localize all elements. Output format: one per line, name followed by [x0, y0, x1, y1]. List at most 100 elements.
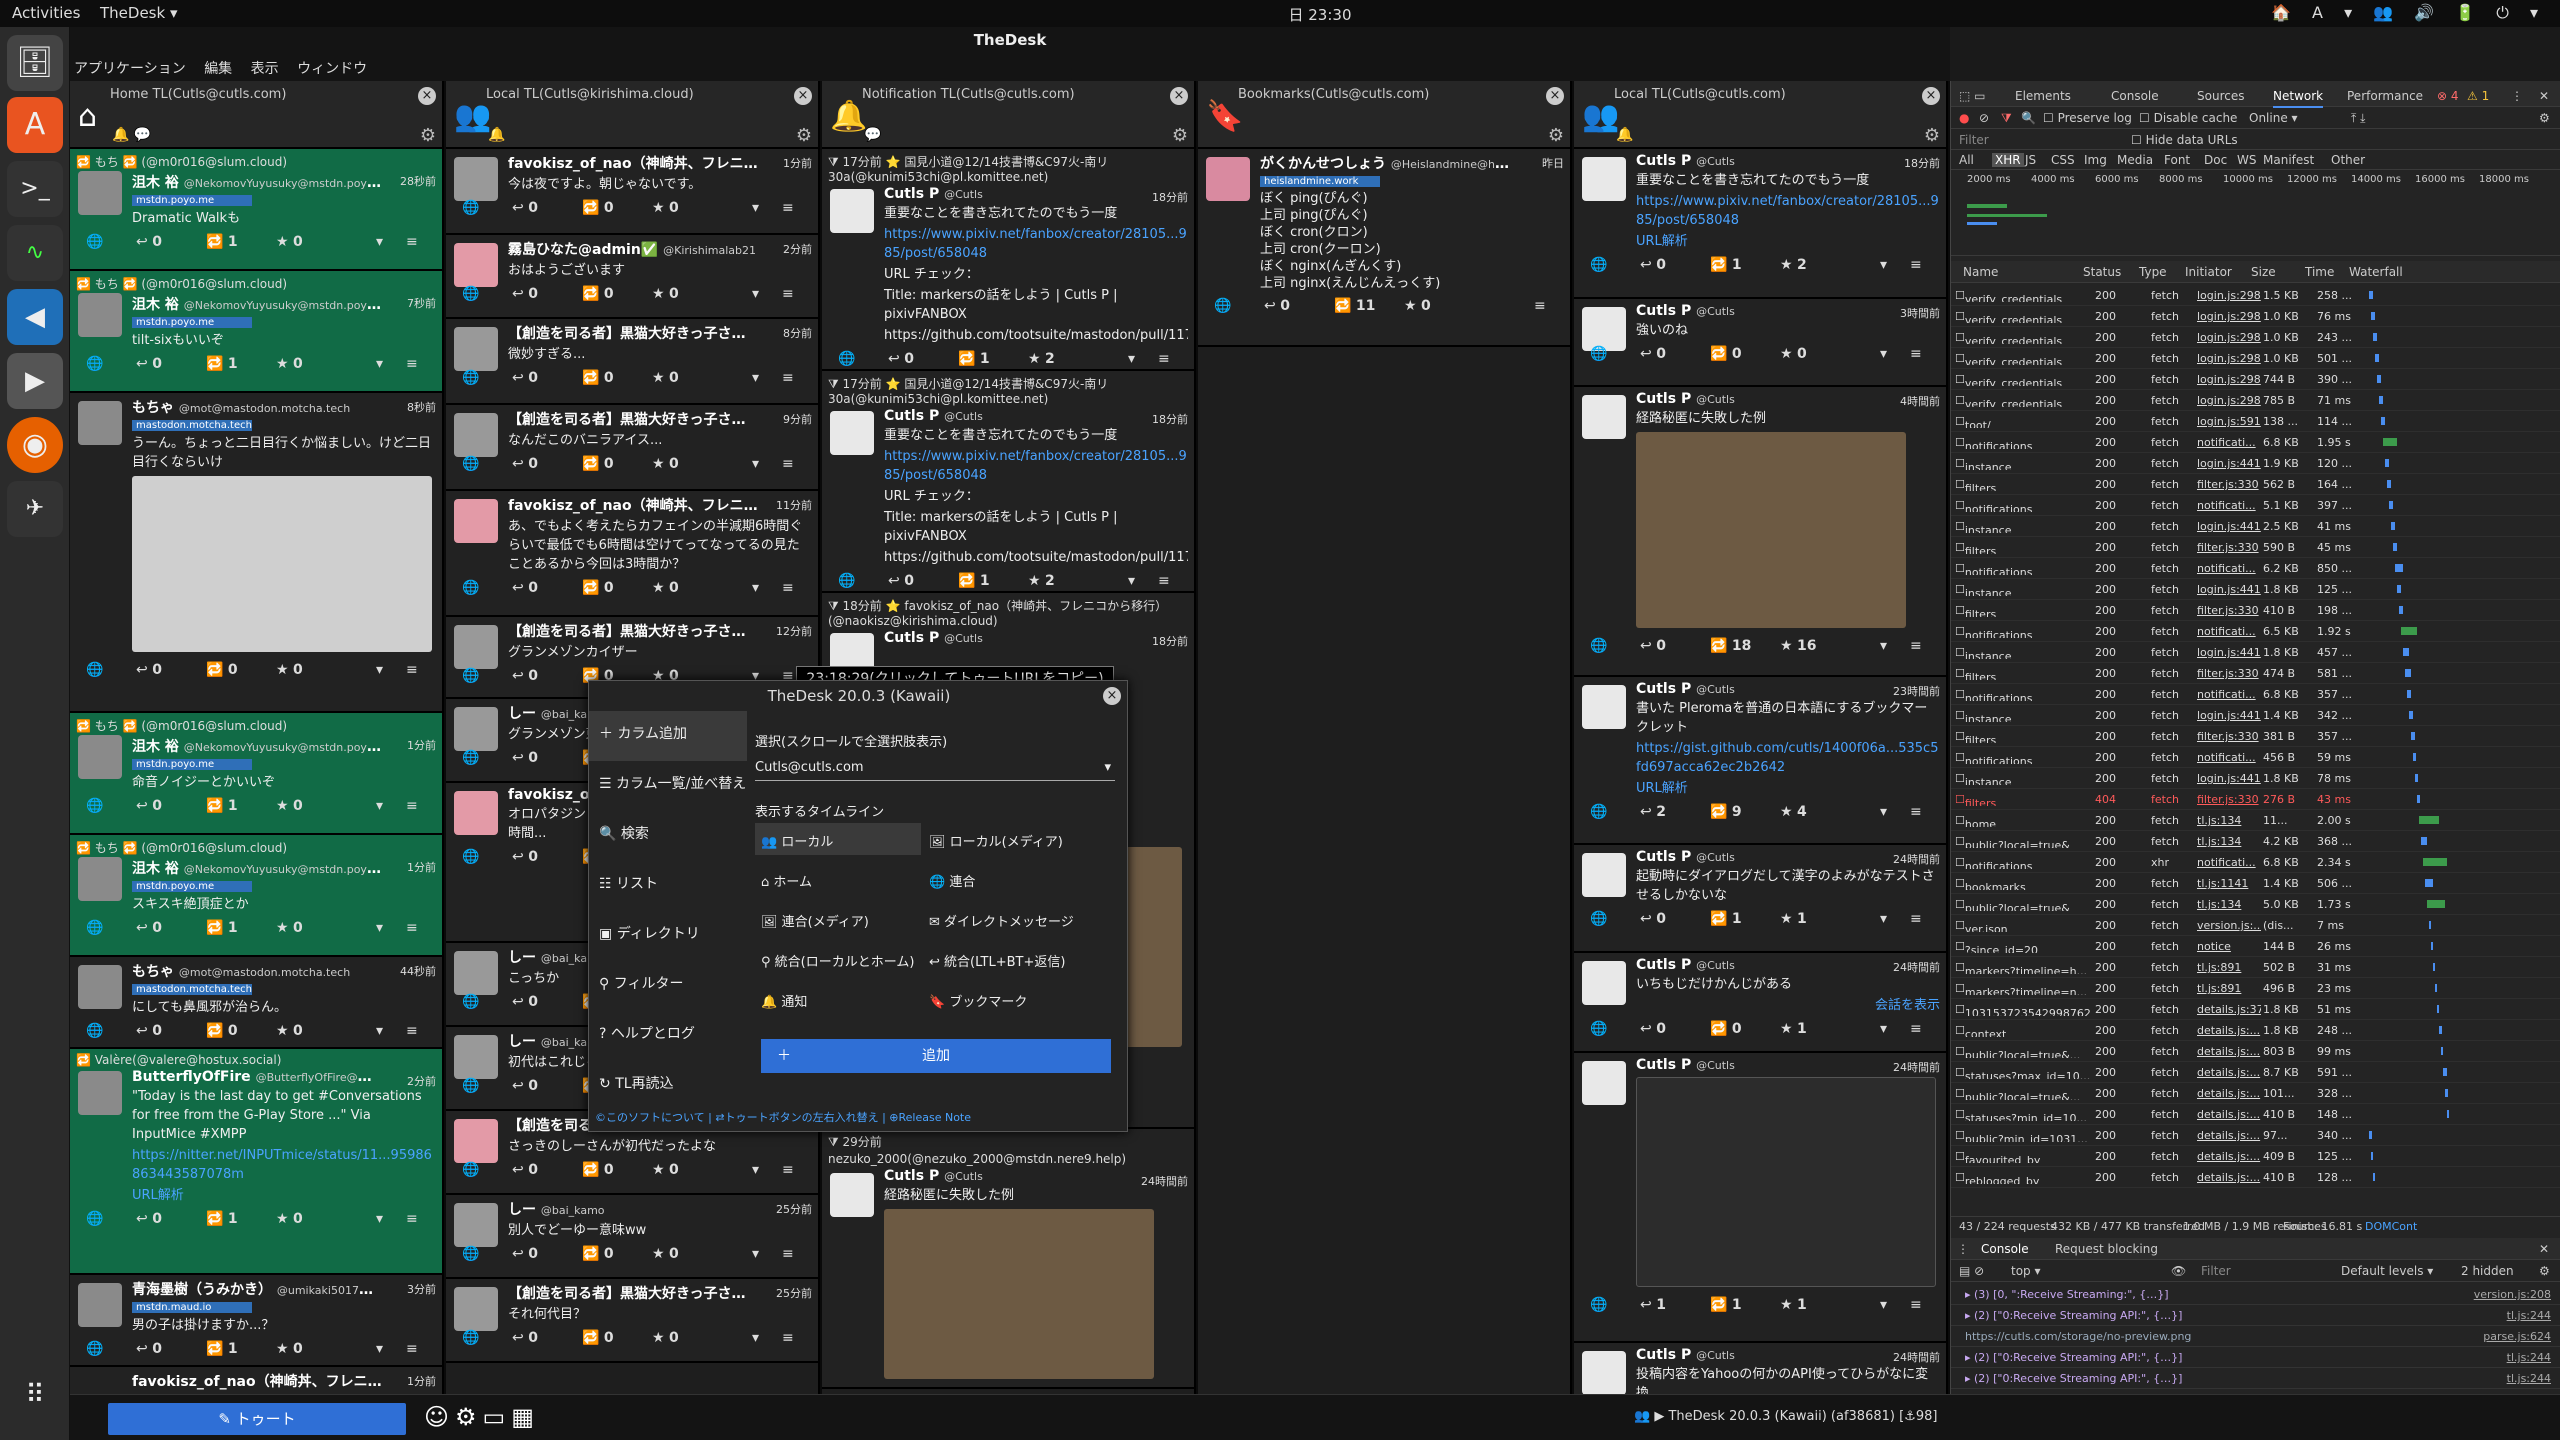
request-initiator[interactable]: filter.js:330 [2197, 478, 2261, 491]
filter-icon[interactable]: ⧩ [2001, 111, 2012, 126]
network-row[interactable]: ☐ statuses?max_id=10... 200 fetch detail… [1951, 1062, 2560, 1083]
network-row[interactable]: ☐ verify_credentials 200 fetch login.js:… [1951, 390, 2560, 411]
network-row[interactable]: ☐ notifications 200 fetch notificati... … [1951, 621, 2560, 642]
chevron-down-icon[interactable]: ▾ [1880, 804, 1887, 820]
chevron-down-icon[interactable]: ▾ [376, 798, 383, 814]
notification-header[interactable]: ⧩ 17分前 ⭐ 国見小道@12/14技書博&C97火-南リ30a(@kunim… [828, 375, 1188, 406]
toot-author[interactable]: Cutls P @Cutls [884, 1168, 1134, 1184]
request-initiator[interactable]: login.js:441 [2197, 646, 2261, 659]
network-row[interactable]: ☐ ver.json 200 fetch version.js:... (dis… [1951, 915, 2560, 936]
toot-time[interactable]: 25分前 [776, 1201, 812, 1217]
reply-button[interactable]: ↩ 1 [1640, 1297, 1666, 1313]
reply-button[interactable]: ↩ 0 [512, 456, 538, 472]
show-conversation-link[interactable]: 会話を表示 [1636, 996, 1940, 1015]
toot[interactable]: 🔁 Valère(@valere@hostux.social) Butterfl… [70, 1049, 442, 1275]
reply-button[interactable]: ↩ 0 [136, 1211, 162, 1227]
network-row[interactable]: ☐ notifications 200 fetch notificati... … [1951, 747, 2560, 768]
request-initiator[interactable]: notificati... [2197, 625, 2261, 638]
tl-option-bookmarks[interactable]: 🔖 ブックマーク [929, 991, 1027, 1010]
toot-author[interactable]: 沮木 裕 @NekomovYuyusuky@mstdn.poyo.me [132, 736, 382, 756]
preserve-log-checkbox[interactable]: ☐ Preserve log [2043, 111, 2132, 125]
attached-image[interactable] [884, 1209, 1154, 1379]
network-row[interactable]: ☐ public?local=true& 200 fetch tl.js:134… [1951, 894, 2560, 915]
menu-edit[interactable]: 編集 [204, 55, 232, 78]
network-row[interactable]: ☐ verify_credentials 200 fetch login.js:… [1951, 348, 2560, 369]
network-row[interactable]: ☐ favourited_by 200 fetch details.js:...… [1951, 1146, 2560, 1167]
toot-author[interactable]: favokisz_of_nao（神崎丼、フレニコ... [132, 1371, 382, 1391]
request-initiator[interactable]: login.js:441 [2197, 520, 2261, 533]
network-row[interactable]: ☐ ?since_id=20 200 fetch notice 144 B 26… [1951, 936, 2560, 957]
toot-time[interactable]: 18分前 [1152, 411, 1188, 427]
clock[interactable]: 日 23:30 [1260, 4, 1380, 25]
type-filter-font[interactable]: Font [2164, 153, 2190, 167]
toot-author[interactable]: ButterflyOfFire @ButterflyOfFire@mstdn.f… [132, 1069, 382, 1085]
toot-author[interactable]: favokisz_of_nao（神崎丼、フレニコ... [508, 153, 758, 173]
close-icon[interactable]: × [1922, 87, 1940, 105]
avatar[interactable] [78, 401, 122, 445]
toot[interactable]: Cutls P @Cutls 24時間前 🌐 ↩ 1 🔁 1 ★ 1 ▾ ≡ [1574, 1053, 1946, 1343]
toot-time[interactable]: 28秒前 [400, 173, 436, 189]
boost-button[interactable]: 🔁 1 [206, 1341, 238, 1357]
files-icon[interactable]: 🗄 [7, 35, 63, 91]
boost-button[interactable]: 🔁 1 [958, 573, 990, 589]
menu-footer-links[interactable]: ©このソフトについて | ⇄トゥートボタンの左右入れ替え | ⊕Release … [595, 1109, 971, 1125]
request-initiator[interactable]: notificati... [2197, 499, 2261, 512]
favourite-button[interactable]: ★ 0 [276, 1211, 303, 1227]
reply-button[interactable]: ↩ 0 [136, 1341, 162, 1357]
chevron-down-icon[interactable]: ▾ [376, 1211, 383, 1227]
toot[interactable]: Cutls P @Cutls 23時間前 書いた Pleromaを普通の日本語に… [1574, 677, 1946, 845]
request-initiator[interactable]: login.js:441 [2197, 772, 2261, 785]
menu-view[interactable]: 表示 [251, 55, 279, 78]
favourite-button[interactable]: ★ 0 [652, 200, 679, 216]
console-filter-input[interactable]: Filter [2201, 1264, 2231, 1278]
menu-window[interactable]: ウィンドウ [297, 55, 367, 78]
console-entry[interactable]: https://cutls.com/storage/no-preview.png… [1951, 1326, 2560, 1347]
url-check-link[interactable]: https://github.com/tootsuite/mastodon/pu… [884, 326, 1188, 345]
request-initiator[interactable]: filter.js:330 [2197, 667, 2261, 680]
chevron-down-icon[interactable]: ▾ [1880, 911, 1887, 927]
favourite-button[interactable]: ★ 0 [276, 356, 303, 372]
column-header-status[interactable]: Status [2083, 265, 2121, 279]
kebab-menu-icon[interactable]: ⋮ [2511, 89, 2523, 103]
tl-option-integrated-plus[interactable]: ↩ 統合(LTL+BT+返信) [929, 951, 1065, 970]
favourite-button[interactable]: ★ 0 [652, 456, 679, 472]
request-initiator[interactable]: login.js:298 [2197, 289, 2261, 302]
chat-icon[interactable]: 💬 [864, 127, 881, 143]
toot-author[interactable]: Cutls P @Cutls [1636, 681, 1886, 697]
tl-option-federated-media[interactable]: 🖼 連合(メディア) [761, 911, 869, 930]
menu-reload[interactable]: ↻ TL再読込 [589, 1061, 747, 1111]
boost-button[interactable]: 🔁 0 [206, 1023, 238, 1039]
network-row[interactable]: ☐ instance 200 fetch login.js:441 1.8 KB… [1951, 579, 2560, 600]
favourite-button[interactable]: ★ 4 [1780, 804, 1807, 820]
toot-time[interactable]: 8秒前 [407, 399, 436, 415]
menu-filter[interactable]: ⚲ フィルター [589, 961, 747, 1011]
toot[interactable]: 【創造を司る者】黒猫大好きっ子さん... 8分前 微妙すぎる... 🌐 ↩ 0 … [446, 319, 818, 405]
drawer-tab-request-blocking[interactable]: Request blocking [2055, 1242, 2158, 1256]
network-row[interactable]: ☐ filters 200 fetch filter.js:330 562 B … [1951, 474, 2560, 495]
avatar[interactable] [1206, 157, 1250, 201]
reply-button[interactable]: ↩ 0 [512, 580, 538, 596]
toot[interactable]: Cutls P @Cutls 24時間前 起動時にダイアログだして漢字のよみがな… [1574, 845, 1946, 953]
boost-button[interactable]: 🔁 18 [1710, 638, 1751, 654]
other-app-icon[interactable]: ✈ [7, 481, 63, 537]
toot[interactable]: favokisz_of_nao（神崎丼、フレニコ... 1分前 [70, 1367, 442, 1394]
type-filter-all[interactable]: All [1959, 153, 1974, 167]
gear-icon[interactable]: ⚙ [420, 125, 436, 146]
bookmark-icon[interactable]: 🔖 [1206, 99, 1243, 134]
request-initiator[interactable]: details.js:... [2197, 1066, 2261, 1079]
chevron-down-icon[interactable]: ▾ [376, 234, 383, 250]
network-row[interactable]: ☐ public?local=true&... 200 fetch detail… [1951, 1083, 2560, 1104]
toot-time[interactable]: 4時間前 [1900, 393, 1940, 409]
network-row[interactable]: ☐ public?local=true&... 200 fetch detail… [1951, 1041, 2560, 1062]
import-export-icon[interactable]: ⤒ ⤓ [2351, 111, 2365, 126]
reply-button[interactable]: ↩ 2 [1640, 804, 1666, 820]
request-initiator[interactable]: details.js:... [2197, 1024, 2261, 1037]
request-initiator[interactable]: login.js:441 [2197, 457, 2261, 470]
request-initiator[interactable]: tl.js:134 [2197, 898, 2261, 911]
network-row[interactable]: ☐ toot/ 200 fetch login.js:591 138 ... 1… [1951, 411, 2560, 432]
boost-button[interactable]: 🔁 1 [206, 798, 238, 814]
more-menu-icon[interactable]: ≡ [1910, 257, 1922, 273]
chevron-down-icon[interactable]: ▾ [376, 662, 383, 678]
software-center-icon[interactable]: A [7, 97, 63, 153]
toot-time[interactable]: 昨日 [1542, 155, 1564, 171]
